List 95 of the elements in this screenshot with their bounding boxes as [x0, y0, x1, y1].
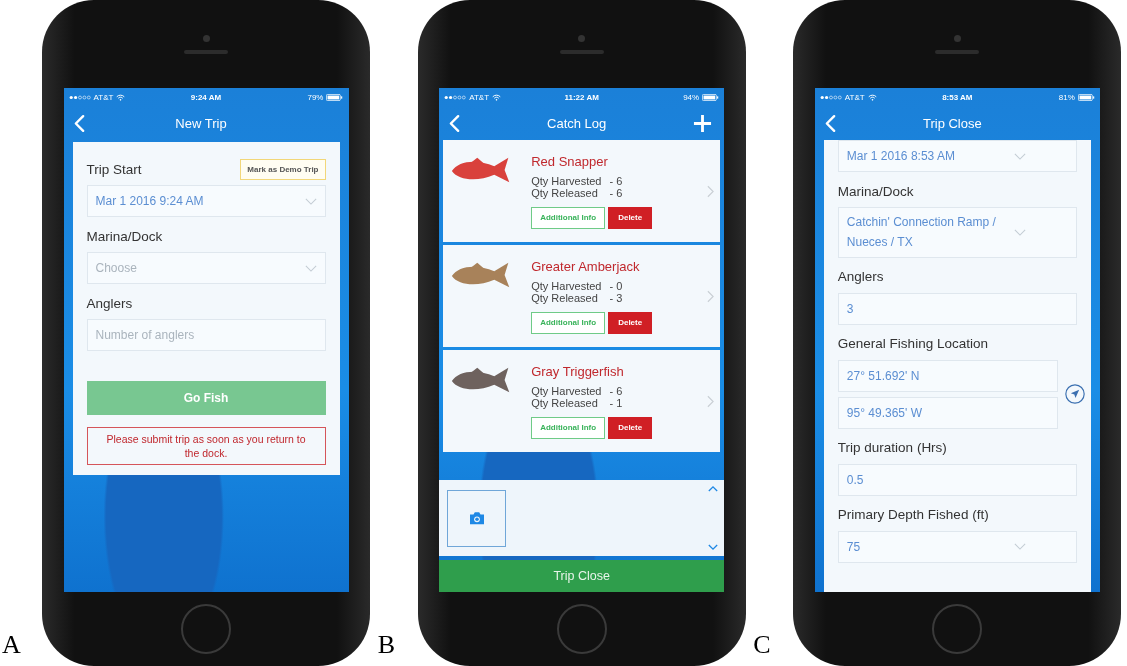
status-time: 8:53 AM — [942, 92, 973, 102]
chevron-down-icon — [1013, 152, 1026, 160]
dropdown[interactable]: 75 — [837, 530, 1077, 563]
species-name: Greater Amberjack — [531, 258, 641, 274]
delete-button[interactable]: Delete — [608, 206, 653, 229]
input-field[interactable]: 0.5 — [837, 463, 1077, 496]
stat-value: - 6 — [609, 384, 623, 397]
species-name: Gray Triggerfish — [531, 363, 625, 379]
battery-percent: 94% — [683, 92, 700, 102]
field-label: Anglers — [837, 269, 884, 285]
field-label: Marina/Dock — [837, 183, 914, 199]
front-camera — [578, 34, 586, 42]
chevron-right-icon — [707, 184, 715, 198]
go-fish-button[interactable]: Go Fish — [86, 381, 326, 415]
stat-label: Qty Harvested — [531, 174, 602, 187]
dropdown[interactable]: Mar 1 2016 8:53 AM — [837, 140, 1077, 172]
signal-icon — [68, 94, 91, 100]
home-button[interactable] — [932, 604, 983, 654]
field-label: Anglers — [86, 295, 133, 311]
battery-percent: 79% — [307, 92, 324, 102]
status-time: 11:22 AM — [564, 92, 599, 102]
additional-info-button[interactable]: Additional Info — [531, 416, 606, 439]
chevron-down-icon[interactable] — [708, 544, 719, 551]
trip-close-button[interactable]: Trip Close — [439, 560, 725, 592]
home-button[interactable] — [181, 604, 231, 654]
front-camera — [202, 34, 210, 42]
stat-label: Qty Released — [531, 291, 599, 304]
carrier-name: AT&T — [469, 92, 490, 102]
chevron-down-icon — [1013, 543, 1026, 551]
stat-value: - 6 — [609, 186, 623, 199]
field-label: Trip Start — [86, 161, 142, 177]
back-icon[interactable] — [824, 113, 836, 133]
screen-title: Trip Close — [922, 115, 982, 131]
additional-info-button[interactable]: Additional Info — [531, 311, 606, 334]
stat-label: Qty Harvested — [531, 384, 602, 397]
add-icon[interactable] — [693, 113, 713, 133]
panel-label: A — [1, 630, 22, 660]
delete-button[interactable]: Delete — [608, 311, 653, 334]
signal-icon — [819, 94, 842, 100]
catch-card[interactable]: Greater Amberjack Qty Harvested - 0 Qty Released - 3 Additional Info Delete — [443, 245, 721, 347]
panel-label: B — [376, 630, 396, 660]
notice-message: Please submit trip as soon as you return to the dock. — [86, 427, 326, 466]
signal-icon — [444, 94, 467, 100]
panel-label: C — [752, 630, 772, 660]
delete-button[interactable]: Delete — [608, 416, 653, 439]
screen-title: Catch Log — [547, 115, 607, 131]
wifi-icon — [867, 93, 877, 101]
dropdown[interactable]: Catchin' Connection Ramp / Nueces / TX — [837, 207, 1077, 258]
field-label: Marina/Dock — [86, 228, 163, 244]
speaker-grille — [935, 49, 980, 54]
carrier-name: AT&T — [844, 92, 865, 102]
add-photo-button[interactable] — [447, 489, 507, 547]
chevron-down-icon — [1013, 228, 1026, 236]
camera-icon — [467, 511, 486, 525]
input-field[interactable]: 95° 49.365' W — [837, 396, 1058, 429]
stat-value: - 0 — [609, 279, 623, 292]
species-name: Red Snapper — [531, 153, 609, 169]
dropdown[interactable]: Choose — [86, 252, 326, 284]
chevron-down-icon — [304, 197, 317, 205]
input-field[interactable]: Number of anglers — [86, 319, 326, 351]
stat-label: Qty Released — [531, 186, 599, 199]
field-label: Trip duration (Hrs) — [837, 440, 947, 456]
screen-title: New Trip — [175, 115, 227, 131]
battery-icon — [702, 93, 720, 101]
back-icon[interactable] — [73, 113, 85, 133]
chevron-down-icon — [304, 264, 317, 272]
stat-label: Qty Harvested — [531, 279, 602, 292]
field-label: General Fishing Location — [837, 336, 988, 352]
catch-card[interactable]: Red Snapper Qty Harvested - 6 Qty Released - 6 Additional Info Delete — [443, 140, 721, 242]
wifi-icon — [116, 93, 126, 101]
input-field[interactable]: 3 — [837, 292, 1077, 325]
demo-trip-button[interactable]: Mark as Demo Trip — [240, 158, 326, 180]
chevron-right-icon — [707, 394, 715, 408]
stat-value: - 1 — [609, 396, 623, 409]
home-button[interactable] — [556, 604, 607, 654]
battery-icon — [326, 93, 344, 101]
battery-percent: 81% — [1058, 92, 1075, 102]
speaker-grille — [559, 49, 604, 54]
speaker-grille — [184, 49, 228, 54]
catch-card[interactable]: Gray Triggerfish Qty Harvested - 6 Qty Released - 1 Additional Info Delete — [443, 350, 721, 452]
additional-info-button[interactable]: Additional Info — [531, 206, 606, 229]
dropdown[interactable]: Mar 1 2016 9:24 AM — [86, 185, 326, 217]
chevron-up-icon[interactable] — [708, 485, 719, 492]
input-field[interactable]: 27° 51.692' N — [837, 359, 1058, 392]
stat-label: Qty Released — [531, 396, 599, 409]
battery-icon — [1077, 93, 1095, 101]
stat-value: - 3 — [609, 291, 623, 304]
status-time: 9:24 AM — [190, 92, 222, 102]
field-label: Primary Depth Fished (ft) — [837, 507, 989, 523]
front-camera — [953, 34, 961, 42]
carrier-name: AT&T — [93, 92, 114, 102]
stat-value: - 6 — [609, 174, 623, 187]
chevron-right-icon — [707, 289, 715, 303]
wifi-icon — [492, 93, 502, 101]
back-icon[interactable] — [449, 113, 461, 133]
